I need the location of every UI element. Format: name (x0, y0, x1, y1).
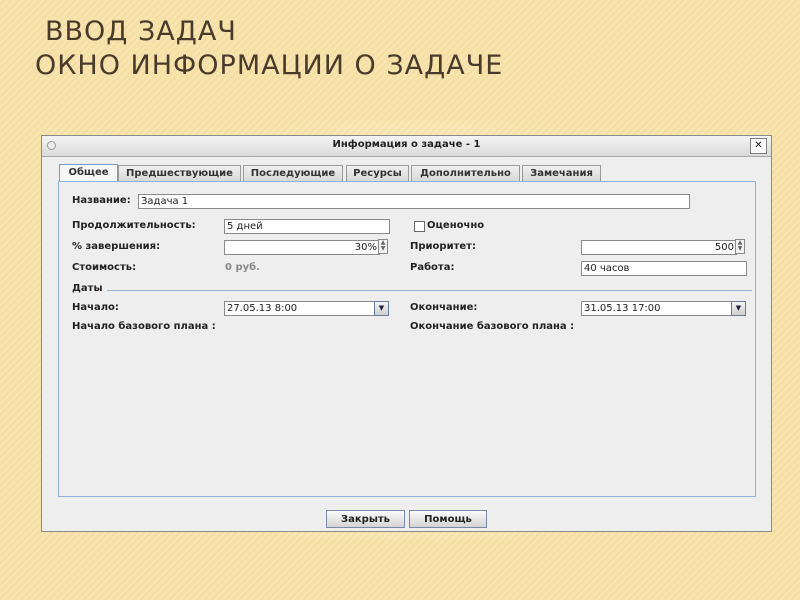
task-info-dialog: Информация о задаче - 1 ✕ Общее Предшест… (41, 135, 772, 532)
percent-complete-label: % завершения: (72, 241, 161, 252)
chevron-down-icon[interactable]: ▼ (731, 301, 746, 316)
priority-spinner[interactable]: ▲ ▼ (735, 239, 745, 254)
estimated-checkbox[interactable] (414, 221, 425, 232)
start-date-input[interactable]: 27.05.13 8:00 (224, 301, 376, 316)
tab-advanced[interactable]: Дополнительно (411, 165, 520, 181)
tab-notes[interactable]: Замечания (522, 165, 601, 181)
close-icon[interactable]: ✕ (750, 138, 767, 154)
general-tab-panel: Название: Задача 1 Продолжительность: 5 … (58, 181, 756, 497)
priority-input[interactable]: 500 (581, 240, 737, 255)
dates-separator (107, 290, 752, 291)
dialog-titlebar[interactable]: Информация о задаче - 1 ✕ (42, 136, 771, 157)
percent-complete-input[interactable]: 30% (224, 240, 380, 255)
cost-value: 0 руб. (225, 262, 260, 273)
work-label: Работа: (410, 262, 455, 273)
start-label: Начало: (72, 302, 119, 313)
close-button[interactable]: Закрыть (326, 510, 405, 528)
spin-down-icon[interactable]: ▼ (379, 246, 387, 252)
name-input[interactable]: Задача 1 (138, 194, 690, 209)
duration-input[interactable]: 5 дней (224, 219, 390, 234)
name-label: Название: (72, 195, 131, 206)
finish-date-input[interactable]: 31.05.13 17:00 (581, 301, 733, 316)
slide-title-line1: ВВОД ЗАДАЧ (45, 16, 237, 47)
work-input[interactable]: 40 часов (581, 261, 747, 276)
duration-label: Продолжительность: (72, 220, 196, 231)
baseline-finish-label: Окончание базового плана : (410, 321, 575, 332)
spin-down-icon[interactable]: ▼ (736, 246, 744, 252)
finish-label: Окончание: (410, 302, 478, 313)
baseline-start-label: Начало базового плана : (72, 321, 216, 332)
tab-resources[interactable]: Ресурсы (346, 165, 409, 181)
tab-general[interactable]: Общее (59, 164, 118, 182)
estimated-label: Оценочно (427, 220, 485, 231)
dialog-title: Информация о задаче - 1 (332, 139, 481, 150)
tab-successors[interactable]: Последующие (243, 165, 343, 181)
dates-section-label: Даты (72, 283, 103, 294)
help-button[interactable]: Помощь (409, 510, 487, 528)
priority-label: Приоритет: (410, 241, 476, 252)
slide-title-line2: ОКНО ИНФОРМАЦИИ О ЗАДАЧЕ (35, 50, 504, 81)
chevron-down-icon[interactable]: ▼ (374, 301, 389, 316)
tab-predecessors[interactable]: Предшествующие (118, 165, 241, 181)
percent-spinner[interactable]: ▲ ▼ (378, 239, 388, 254)
cost-label: Стоимость: (72, 262, 137, 273)
